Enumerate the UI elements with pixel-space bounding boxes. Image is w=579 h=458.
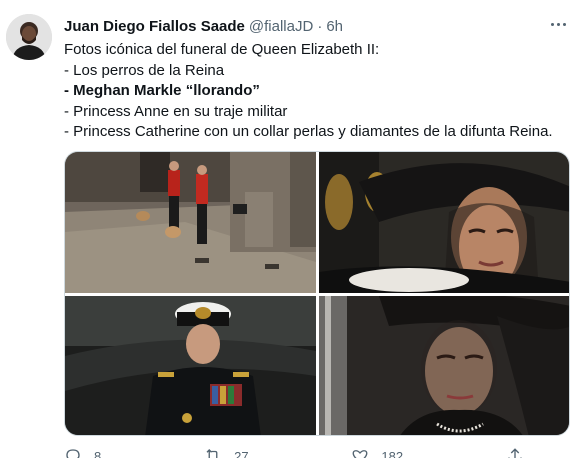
- photo-dogs[interactable]: [65, 152, 316, 293]
- share-icon: [508, 448, 522, 458]
- reply-count: 8: [94, 448, 102, 458]
- reply-button[interactable]: 8: [64, 446, 101, 458]
- tweet-line: - Princess Catherine con un collar perla…: [64, 123, 553, 140]
- avatar-image: [6, 14, 52, 60]
- tweet-line: - Princess Anne en su traje militar: [64, 102, 288, 120]
- retweet-count: 27: [234, 448, 249, 458]
- tweet-line: - Meghan Markle “llorando”: [64, 81, 569, 102]
- reply-icon: [66, 449, 80, 458]
- share-button[interactable]: [506, 446, 524, 458]
- like-button[interactable]: 182: [351, 446, 403, 458]
- heart-icon: [352, 450, 368, 458]
- tweet-actions: 8 27 182: [64, 446, 524, 458]
- tweet-line: Fotos icónica del funeral de Queen Eliza…: [64, 41, 380, 58]
- retweet-button[interactable]: 27: [204, 446, 249, 458]
- like-count: 182: [381, 448, 404, 458]
- user-handle[interactable]: @fiallaJD: [249, 18, 313, 35]
- tweet-text: Fotos icónica del funeral de Queen Eliza…: [64, 40, 569, 143]
- tweet-line-bold: - Meghan Markle “llorando”: [64, 82, 260, 99]
- photo-anne[interactable]: [65, 296, 316, 435]
- retweet-icon: [206, 449, 218, 458]
- display-name[interactable]: Juan Diego Fiallos Saade: [64, 18, 245, 35]
- timestamp[interactable]: 6h: [326, 18, 343, 35]
- tweet-line: - Los perros de la Reina: [64, 61, 225, 79]
- tweet[interactable]: Juan Diego Fiallos Saade @fiallaJD · 6h …: [0, 0, 579, 458]
- avatar[interactable]: [6, 14, 52, 60]
- photo-meghan[interactable]: [319, 152, 569, 293]
- more-options-icon[interactable]: [547, 14, 569, 34]
- separator-dot: ·: [317, 17, 323, 35]
- tweet-header: Juan Diego Fiallos Saade @fiallaJD · 6h: [64, 16, 571, 36]
- media-grid: [64, 151, 570, 436]
- photo-catherine[interactable]: [319, 296, 569, 435]
